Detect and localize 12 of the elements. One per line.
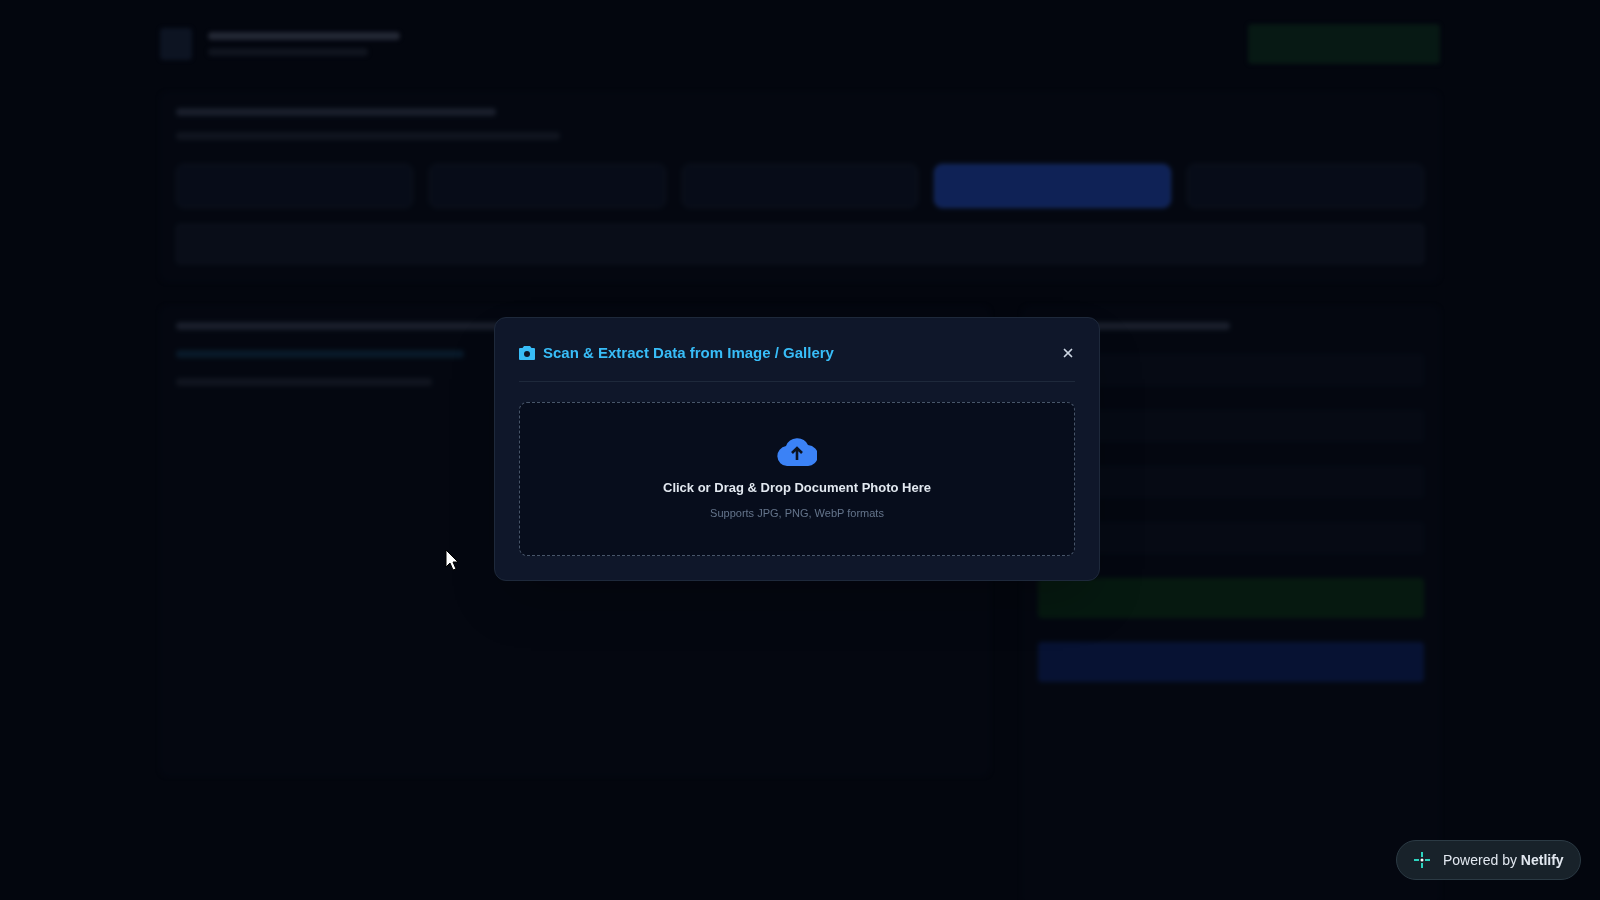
dropzone-hint: Supports JPG, PNG, WebP formats	[710, 506, 884, 521]
cloud-upload-icon	[777, 435, 817, 466]
netlify-badge[interactable]: Powered by Netlify	[1396, 840, 1581, 880]
blurred-button[interactable]	[1038, 642, 1424, 682]
camera-icon	[519, 346, 535, 361]
upload-dropzone[interactable]: Click or Drag & Drop Document Photo Here Supports JPG, PNG, WebP formats	[519, 401, 1075, 556]
netlify-logo-icon	[1413, 851, 1431, 869]
background-tab[interactable]	[934, 164, 1172, 208]
dropzone-title: Click or Drag & Drop Document Photo Here	[663, 478, 931, 497]
modal-title: Scan & Extract Data from Image / Gallery	[543, 343, 834, 363]
cursor-icon	[445, 549, 459, 571]
blurred-button[interactable]	[1038, 578, 1424, 618]
